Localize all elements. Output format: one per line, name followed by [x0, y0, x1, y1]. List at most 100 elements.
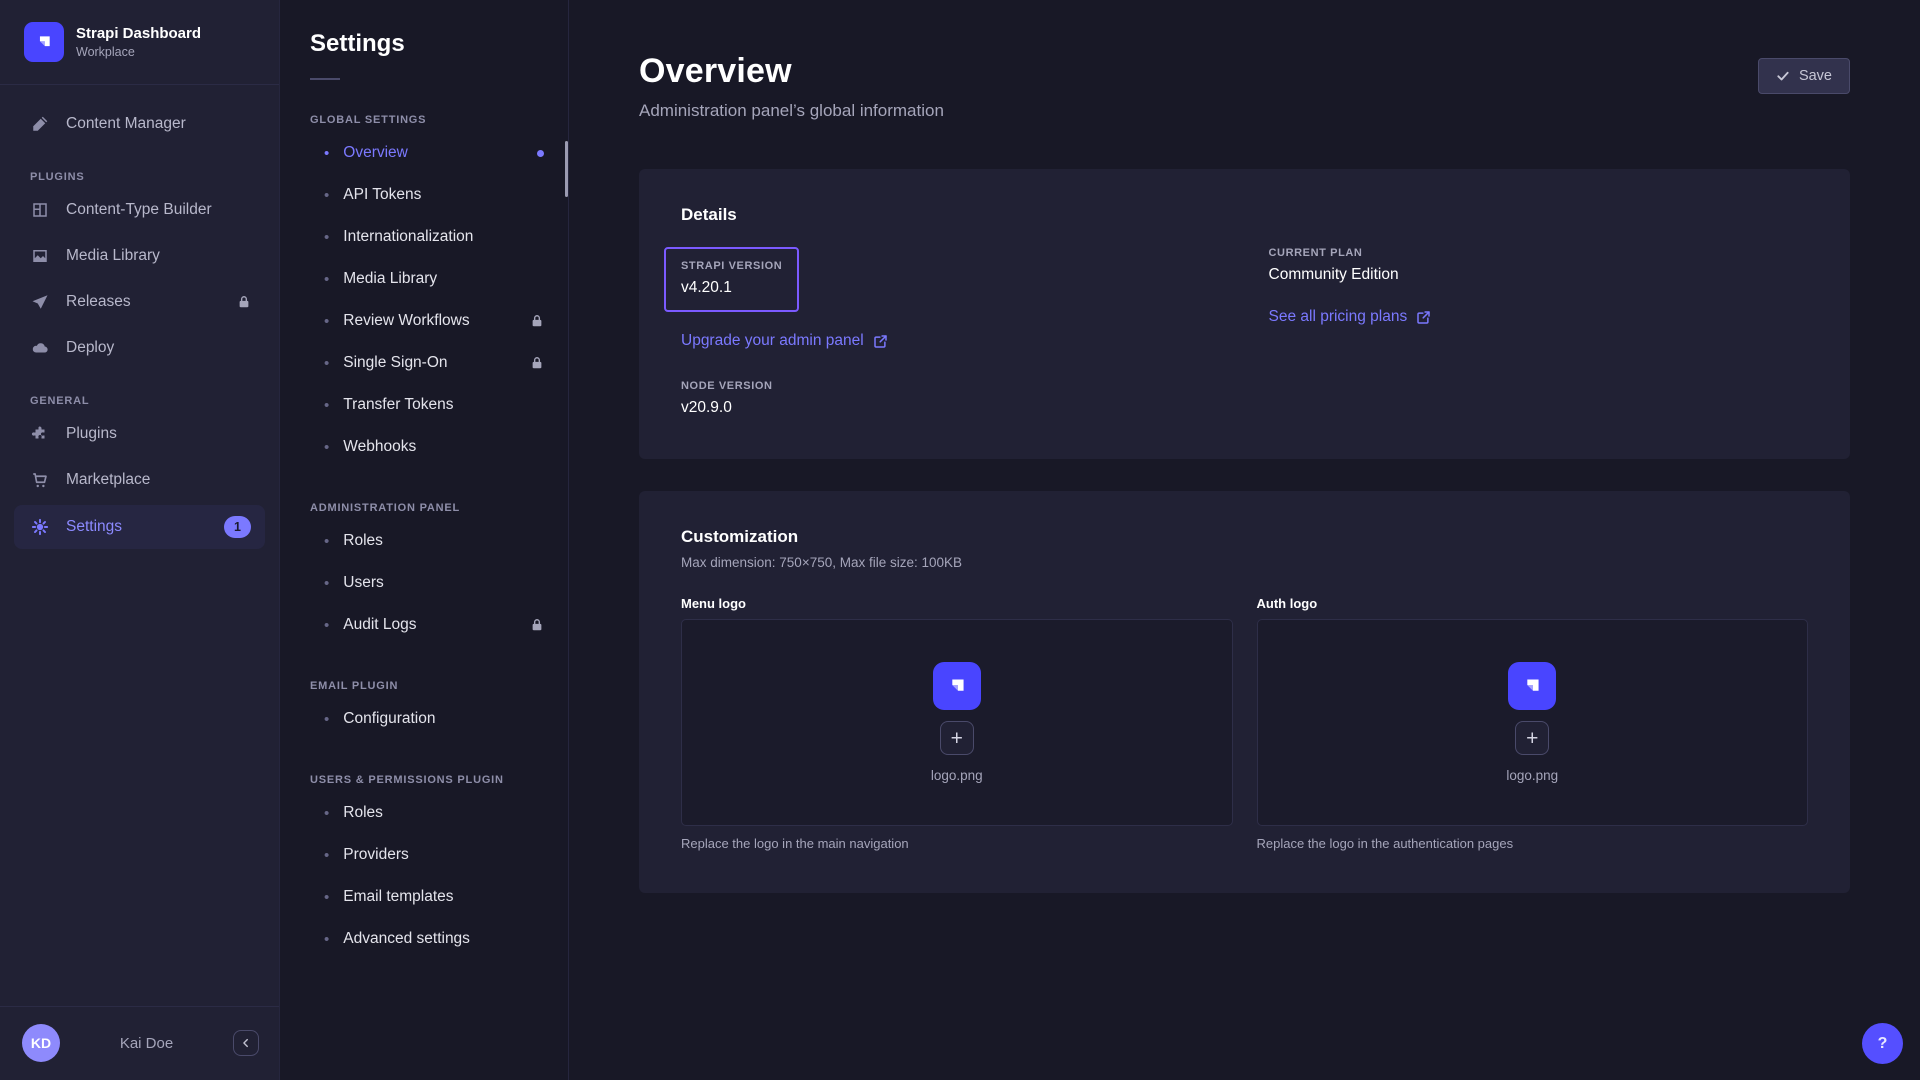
- workspace-subtitle: Workplace: [76, 45, 201, 59]
- subnav-item-up-roles[interactable]: • Roles: [280, 792, 568, 834]
- active-page-dot-icon: [537, 150, 544, 157]
- page-header: Overview Administration panel’s global i…: [639, 52, 1850, 121]
- subnav-item-label: Webhooks: [343, 438, 416, 456]
- subnav-item-label: Advanced settings: [343, 930, 470, 948]
- bullet-icon: •: [324, 188, 329, 203]
- sidebar-item-label: Media Library: [66, 247, 160, 265]
- bullet-icon: •: [324, 314, 329, 329]
- details-left-column: STRAPI VERSION v4.20.1 Upgrade your admi…: [681, 247, 1221, 417]
- subnav-item-advanced-settings[interactable]: • Advanced settings: [280, 918, 568, 960]
- logo-upload-grid: Menu logo + logo.png Replace the logo in…: [681, 596, 1808, 851]
- subnav-item-email-templates[interactable]: • Email templates: [280, 876, 568, 918]
- subnav-item-providers[interactable]: • Providers: [280, 834, 568, 876]
- subnav-item-label: Providers: [343, 846, 408, 864]
- bullet-icon: •: [324, 356, 329, 371]
- upgrade-admin-panel-link[interactable]: Upgrade your admin panel: [681, 332, 888, 350]
- subnav-item-email-configuration[interactable]: • Configuration: [280, 698, 568, 740]
- subnav-item-audit-logs[interactable]: • Audit Logs: [280, 604, 568, 646]
- bullet-icon: •: [324, 806, 329, 821]
- sidebar-item-media-library[interactable]: Media Library: [14, 235, 265, 277]
- sidebar-item-label: Settings: [66, 518, 208, 536]
- subnav-section-users-permissions: USERS & PERMISSIONS PLUGIN: [310, 774, 568, 786]
- lock-icon: [237, 295, 251, 309]
- lock-icon: [530, 356, 544, 370]
- external-link-icon: [873, 334, 888, 349]
- bullet-icon: •: [324, 398, 329, 413]
- save-button-label: Save: [1799, 68, 1832, 84]
- gear-icon: [30, 517, 50, 537]
- menu-logo-filename: logo.png: [931, 768, 983, 783]
- bullet-icon: •: [324, 146, 329, 161]
- subnav-item-review-workflows[interactable]: • Review Workflows: [280, 300, 568, 342]
- subnav-item-admin-roles[interactable]: • Roles: [280, 520, 568, 562]
- subnav-item-single-sign-on[interactable]: • Single Sign-On: [280, 342, 568, 384]
- subnav-item-overview[interactable]: • Overview: [280, 132, 568, 174]
- bullet-icon: •: [324, 230, 329, 245]
- auth-logo-upload-box[interactable]: + logo.png: [1257, 619, 1809, 826]
- subnav-item-label: API Tokens: [343, 186, 421, 204]
- subnav-item-internationalization[interactable]: • Internationalization: [280, 216, 568, 258]
- sidebar-item-label: Releases: [66, 293, 221, 311]
- avatar[interactable]: KD: [22, 1024, 60, 1062]
- sidebar-item-deploy[interactable]: Deploy: [14, 327, 265, 369]
- subnav-item-transfer-tokens[interactable]: • Transfer Tokens: [280, 384, 568, 426]
- page-subtitle: Administration panel’s global informatio…: [639, 101, 944, 121]
- sidebar-item-label: Plugins: [66, 425, 117, 443]
- subnav-item-label: Internationalization: [343, 228, 473, 246]
- bullet-icon: •: [324, 890, 329, 905]
- customization-card-title: Customization: [681, 527, 1808, 547]
- image-icon: [30, 246, 50, 266]
- save-button[interactable]: Save: [1758, 58, 1850, 94]
- cloud-icon: [30, 338, 50, 358]
- sidebar-item-marketplace[interactable]: Marketplace: [14, 459, 265, 501]
- bullet-icon: •: [324, 712, 329, 727]
- check-icon: [1776, 69, 1790, 83]
- details-card-title: Details: [681, 205, 1808, 225]
- workspace-brand[interactable]: Strapi Dashboard Workplace: [0, 0, 279, 85]
- strapi-version-highlight-box: STRAPI VERSION v4.20.1: [664, 247, 799, 312]
- chevron-left-icon: [241, 1038, 251, 1048]
- sidebar-item-content-manager[interactable]: Content Manager: [14, 103, 265, 145]
- node-version-block: NODE VERSION v20.9.0: [681, 380, 1221, 417]
- sidebar-item-plugins[interactable]: Plugins: [14, 413, 265, 455]
- sidebar-item-content-type-builder[interactable]: Content-Type Builder: [14, 189, 265, 231]
- nav-section-plugins: PLUGINS: [30, 171, 279, 183]
- pricing-plans-link[interactable]: See all pricing plans: [1269, 308, 1432, 326]
- bullet-icon: •: [324, 440, 329, 455]
- pricing-link-label: See all pricing plans: [1269, 308, 1408, 326]
- subnav-item-api-tokens[interactable]: • API Tokens: [280, 174, 568, 216]
- details-right-column: CURRENT PLAN Community Edition See all p…: [1269, 247, 1809, 417]
- strapi-logo-icon: [24, 22, 64, 62]
- collapse-sidebar-button[interactable]: [233, 1030, 259, 1056]
- lock-icon: [530, 314, 544, 328]
- subnav-item-media-library[interactable]: • Media Library: [280, 258, 568, 300]
- subnav-item-label: Roles: [343, 532, 383, 550]
- subnav-item-label: Review Workflows: [343, 312, 516, 330]
- subnav-item-admin-users[interactable]: • Users: [280, 562, 568, 604]
- customization-constraints: Max dimension: 750×750, Max file size: 1…: [681, 555, 1808, 570]
- sidebar-item-settings[interactable]: Settings 1: [14, 505, 265, 549]
- node-version-label: NODE VERSION: [681, 380, 1221, 392]
- bullet-icon: •: [324, 618, 329, 633]
- subnav-item-label: Single Sign-On: [343, 354, 516, 372]
- subnav-item-label: Audit Logs: [343, 616, 516, 634]
- bullet-icon: •: [324, 272, 329, 287]
- help-button[interactable]: ?: [1862, 1023, 1903, 1064]
- strapi-logo-icon: [933, 662, 981, 710]
- menu-logo-field: Menu logo + logo.png Replace the logo in…: [681, 596, 1233, 851]
- subnav-item-label: Transfer Tokens: [343, 396, 453, 414]
- add-logo-button[interactable]: +: [1515, 721, 1549, 755]
- workspace-title: Strapi Dashboard: [76, 25, 201, 44]
- customization-card: Customization Max dimension: 750×750, Ma…: [639, 491, 1850, 893]
- auth-logo-label: Auth logo: [1257, 596, 1809, 611]
- external-link-icon: [1416, 310, 1431, 325]
- nav-list: Content Manager PLUGINS Content-Type Bui…: [0, 85, 279, 553]
- menu-logo-upload-box[interactable]: + logo.png: [681, 619, 1233, 826]
- subnav-item-label: Configuration: [343, 710, 435, 728]
- subnav-item-webhooks[interactable]: • Webhooks: [280, 426, 568, 468]
- sidebar-item-releases[interactable]: Releases: [14, 281, 265, 323]
- page-title: Overview: [639, 52, 944, 91]
- user-footer: KD Kai Doe: [0, 1006, 279, 1080]
- add-logo-button[interactable]: +: [940, 721, 974, 755]
- bullet-icon: •: [324, 932, 329, 947]
